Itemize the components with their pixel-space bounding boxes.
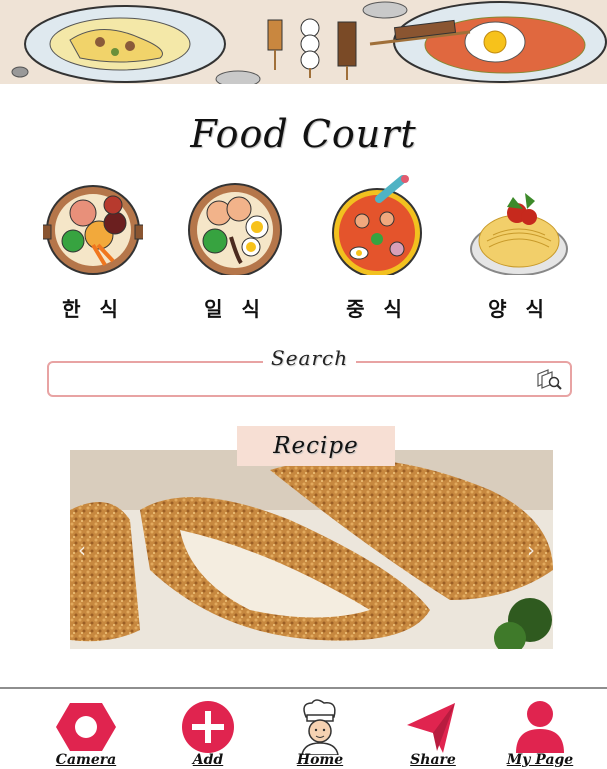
category-chinese[interactable]: 중 식 bbox=[317, 175, 437, 325]
category-label: 일 식 bbox=[204, 297, 266, 321]
nav-camera[interactable]: Camera bbox=[36, 693, 136, 769]
nav-my-page[interactable]: My Page bbox=[490, 693, 590, 769]
nav-label: My Page bbox=[506, 752, 574, 768]
category-label: 한 식 bbox=[62, 297, 124, 321]
chef-icon bbox=[301, 699, 339, 755]
search-label: Search bbox=[263, 346, 357, 370]
nav-label: Camera bbox=[55, 752, 117, 768]
nav-label: Home bbox=[296, 752, 344, 768]
nav-home[interactable]: Home bbox=[270, 693, 370, 769]
camera-hexagon-icon bbox=[56, 703, 116, 751]
search-icon bbox=[537, 369, 562, 390]
nav-label: Share bbox=[410, 752, 456, 768]
fried-cutlet-photo bbox=[70, 450, 553, 649]
carousel-next-button[interactable]: › bbox=[521, 538, 541, 562]
category-western[interactable]: 양 식 bbox=[459, 175, 579, 325]
add-circle-icon bbox=[182, 701, 234, 753]
recipe-tab[interactable]: Recipe bbox=[237, 426, 395, 466]
recipe-carousel[interactable]: ‹ › bbox=[70, 450, 553, 649]
app-title: Food Court bbox=[190, 112, 417, 156]
japanese-food-bowl-icon bbox=[188, 183, 282, 275]
category-korean[interactable]: 한 식 bbox=[33, 175, 153, 325]
search-button[interactable] bbox=[534, 366, 564, 392]
search-input[interactable] bbox=[59, 367, 533, 393]
nav-label: Add bbox=[192, 752, 224, 768]
category-label: 중 식 bbox=[346, 297, 408, 321]
bottom-nav: Camera Add Home Share My Page bbox=[0, 687, 607, 769]
chinese-food-bowl-icon bbox=[332, 175, 422, 275]
nav-share[interactable]: Share bbox=[383, 693, 483, 769]
category-label: 양 식 bbox=[488, 297, 550, 321]
western-pasta-plate-icon bbox=[470, 193, 568, 275]
header-banner bbox=[0, 0, 607, 84]
carousel-prev-button[interactable]: ‹ bbox=[72, 538, 92, 562]
food-banner-illustration bbox=[11, 1, 607, 84]
category-japanese[interactable]: 일 식 bbox=[175, 175, 295, 325]
korean-food-bowl-icon bbox=[43, 185, 143, 275]
user-icon bbox=[516, 701, 564, 753]
nav-add[interactable]: Add bbox=[158, 693, 258, 769]
paper-plane-icon bbox=[407, 703, 455, 753]
